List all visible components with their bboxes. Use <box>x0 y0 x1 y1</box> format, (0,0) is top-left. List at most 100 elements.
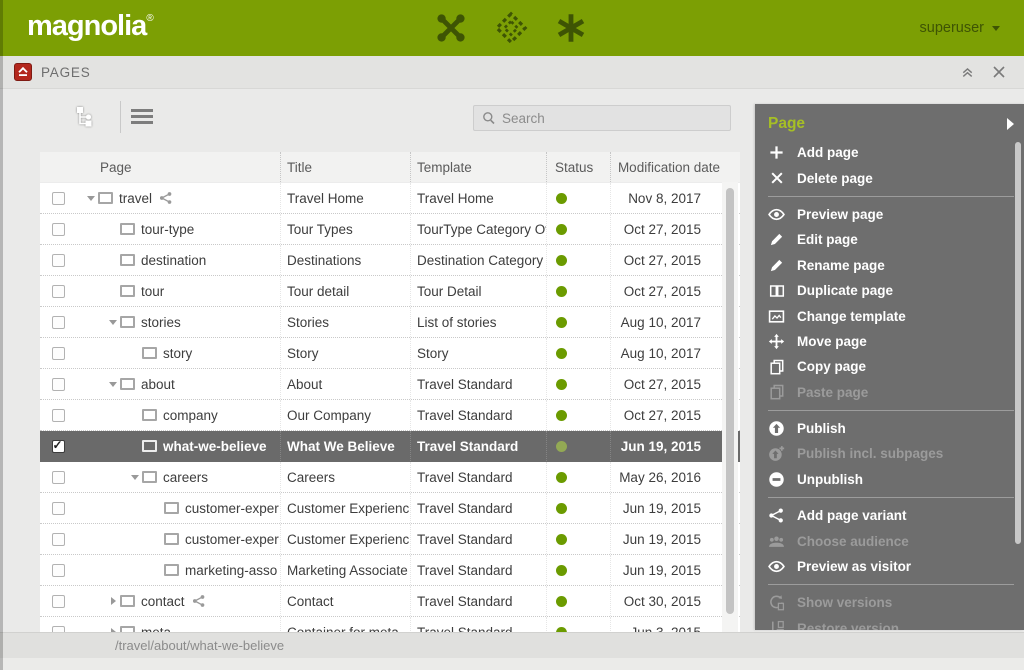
table-row-tour[interactable]: tourTour detailTour DetailOct 27, 2015 <box>40 276 740 307</box>
page-title: Story <box>280 338 410 368</box>
page-icon <box>120 595 135 607</box>
page-title: Destinations <box>280 245 410 275</box>
status-dot-green <box>556 534 567 545</box>
table-scrollbar-thumb[interactable] <box>726 188 734 614</box>
list-view-button[interactable] <box>131 109 153 127</box>
status-bar: /travel/about/what-we-believe <box>0 632 1024 658</box>
action-restore-version: Restore version <box>755 616 1024 630</box>
section-expand-arrow-icon[interactable] <box>1007 118 1014 130</box>
action-add-page[interactable]: Add page <box>755 140 1024 165</box>
action-label: Change template <box>797 309 906 324</box>
row-checkbox[interactable] <box>52 316 65 329</box>
page-name: marketing-asso <box>185 563 277 578</box>
search-input[interactable] <box>502 111 722 126</box>
view-toggle-divider <box>120 101 121 133</box>
row-checkbox[interactable] <box>52 564 65 577</box>
status-dot-green <box>556 565 567 576</box>
asterisk-icon[interactable] <box>554 11 588 45</box>
page-name: contact <box>141 594 185 609</box>
table-row-customer-exper[interactable]: customer-experCustomer ExperiencTravel S… <box>40 524 740 555</box>
action-change-template[interactable]: Change template <box>755 303 1024 328</box>
column-header-modification-date[interactable]: Modification date <box>610 152 740 182</box>
row-checkbox[interactable] <box>52 347 65 360</box>
page-title: Marketing Associate <box>280 555 410 585</box>
table-row-careers[interactable]: careersCareersTravel StandardMay 26, 201… <box>40 462 740 493</box>
page-template: Travel Standard <box>410 617 546 632</box>
page-name: story <box>163 346 192 361</box>
user-name: superuser <box>920 20 984 36</box>
table-scrollbar[interactable] <box>722 182 738 632</box>
status-dot-green <box>556 472 567 483</box>
table-row-marketing-asso[interactable]: marketing-assoMarketing AssociateTravel … <box>40 555 740 586</box>
expander-icon[interactable] <box>128 475 142 480</box>
modification-date: Jun 3, 2015 <box>610 617 740 632</box>
status-dot-green <box>556 348 567 359</box>
column-header-page[interactable]: Page <box>76 152 280 182</box>
expander-icon[interactable] <box>106 382 120 387</box>
row-checkbox[interactable] <box>52 595 65 608</box>
table-row-meta[interactable]: metaContainer for metaTravel StandardJun… <box>40 617 740 632</box>
table-row-tour-type[interactable]: tour-typeTour TypesTourType Category OvO… <box>40 214 740 245</box>
hatched-diamond-icon[interactable] <box>494 11 528 45</box>
action-add-page-variant[interactable]: Add page variant <box>755 503 1024 528</box>
row-checkbox[interactable] <box>52 378 65 391</box>
action-publish[interactable]: Publish <box>755 416 1024 441</box>
column-header-title[interactable]: Title <box>280 152 410 182</box>
action-preview-page[interactable]: Preview page <box>755 202 1024 227</box>
table-row-travel[interactable]: travelTravel HomeTravel HomeNov 8, 2017 <box>40 183 740 214</box>
page-icon <box>142 409 157 421</box>
row-checkbox[interactable] <box>52 223 65 236</box>
expander-icon[interactable] <box>106 320 120 325</box>
table-row-customer-exper[interactable]: customer-experCustomer ExperiencTravel S… <box>40 493 740 524</box>
page-name: customer-exper <box>185 532 279 547</box>
collapse-app-icon[interactable] <box>960 65 975 80</box>
modification-date: Aug 10, 2017 <box>610 338 740 368</box>
action-preview-as-visitor[interactable]: Preview as visitor <box>755 554 1024 579</box>
action-rename-page[interactable]: Rename page <box>755 253 1024 278</box>
row-checkbox[interactable] <box>52 533 65 546</box>
table-row-about[interactable]: aboutAboutTravel StandardOct 27, 2015 <box>40 369 740 400</box>
expander-icon[interactable] <box>106 597 120 605</box>
page-title: What We Believe <box>280 431 410 461</box>
action-copy-page[interactable]: Copy page <box>755 354 1024 379</box>
page-template: List of stories <box>410 307 546 337</box>
eye-icon <box>768 558 785 575</box>
table-row-stories[interactable]: storiesStoriesList of storiesAug 10, 201… <box>40 307 740 338</box>
table-row-story[interactable]: story StoryStory Aug 10, 2017 <box>40 338 740 369</box>
row-checkbox[interactable] <box>52 192 65 205</box>
row-checkbox[interactable] <box>52 440 65 453</box>
action-label: Publish incl. subpages <box>797 446 943 461</box>
table-row-destination[interactable]: destinationDestinationsDestination Categ… <box>40 245 740 276</box>
row-checkbox[interactable] <box>52 502 65 515</box>
column-header-status[interactable]: Status <box>546 152 610 182</box>
page-template: Story <box>410 338 546 368</box>
magnolia-logo[interactable]: magnolia® <box>27 10 154 43</box>
column-header-template[interactable]: Template <box>410 152 546 182</box>
user-menu[interactable]: superuser <box>920 20 1000 36</box>
action-duplicate-page[interactable]: Duplicate page <box>755 278 1024 303</box>
table-row-company[interactable]: companyOur CompanyTravel StandardOct 27,… <box>40 400 740 431</box>
tree-view-button[interactable] <box>72 102 102 132</box>
expander-icon[interactable] <box>84 196 98 201</box>
action-edit-page[interactable]: Edit page <box>755 227 1024 252</box>
row-checkbox[interactable] <box>52 471 65 484</box>
action-move-page[interactable]: Move page <box>755 329 1024 354</box>
close-app-icon[interactable] <box>992 65 1006 79</box>
dots-cross-icon[interactable] <box>434 11 468 45</box>
row-checkbox[interactable] <box>52 409 65 422</box>
row-checkbox[interactable] <box>52 254 65 267</box>
page-icon <box>120 254 135 266</box>
modification-date: Oct 27, 2015 <box>610 400 740 430</box>
action-label: Delete page <box>797 171 873 186</box>
action-label: Add page <box>797 145 859 160</box>
page-icon <box>142 440 157 452</box>
row-checkbox[interactable] <box>52 285 65 298</box>
page-title: Our Company <box>280 400 410 430</box>
table-row-what-we-believe[interactable]: what-we-believeWhat We BelieveTravel Sta… <box>40 431 740 462</box>
page-template: Travel Standard <box>410 462 546 492</box>
action-delete-page[interactable]: Delete page <box>755 165 1024 190</box>
action-unpublish[interactable]: Unpublish <box>755 467 1024 492</box>
table-row-contact[interactable]: contactContactTravel StandardOct 30, 201… <box>40 586 740 617</box>
search-icon <box>482 111 496 125</box>
actionbar-scrollbar[interactable] <box>1015 142 1021 544</box>
